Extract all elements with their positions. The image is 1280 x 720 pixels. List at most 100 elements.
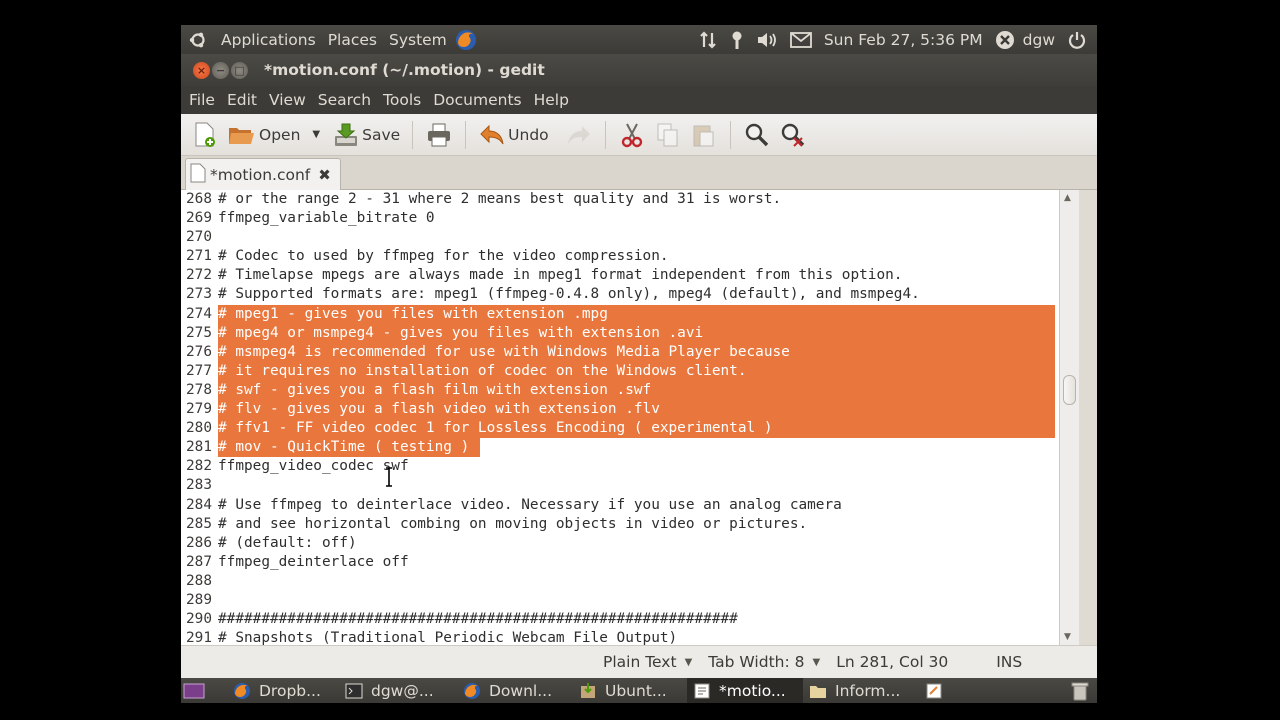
menu-view[interactable]: View (263, 91, 312, 109)
toolbar-separator (729, 120, 731, 149)
close-tab-icon[interactable]: ✖ (318, 166, 331, 184)
search-replace-icon (779, 121, 807, 149)
taskbar-label: dgw@... (371, 681, 434, 700)
editor-line[interactable]: 268 # or the range 2 - 31 where 2 means b… (181, 190, 1059, 209)
cut-button[interactable] (614, 117, 650, 153)
menu-tools[interactable]: Tools (377, 91, 427, 109)
taskbar-item-information[interactable]: Inform... (803, 678, 919, 703)
copy-button[interactable] (650, 117, 686, 153)
save-button[interactable]: Save (328, 117, 404, 153)
editor-line[interactable]: 271 # Codec to used by ffmpeg for the vid… (181, 247, 1059, 266)
menu-file[interactable]: File (183, 91, 221, 109)
firefox-launcher-icon[interactable] (453, 25, 479, 54)
line-number: 287 (186, 553, 212, 570)
vertical-scrollbar[interactable]: ▲ ▼ (1059, 190, 1079, 645)
scissors-icon (618, 121, 646, 149)
taskbar-label: *motio... (719, 681, 786, 700)
text-editor[interactable]: 268 # or the range 2 - 31 where 2 means b… (181, 190, 1059, 645)
print-button[interactable] (421, 117, 457, 153)
menu-documents[interactable]: Documents (427, 91, 527, 109)
open-button[interactable]: Open (223, 117, 304, 153)
editor-line[interactable]: 278 # swf - gives you a flash film with e… (181, 380, 1059, 401)
editor-line[interactable]: 270 (181, 228, 1059, 247)
show-desktop-button[interactable] (181, 678, 211, 703)
language-selector[interactable]: Plain Text ▼ (595, 650, 700, 675)
scroll-down-icon[interactable]: ▼ (1064, 632, 1071, 642)
volume-icon[interactable] (750, 25, 784, 54)
paste-button[interactable] (686, 117, 722, 153)
taskbar-label: Downl... (489, 681, 553, 700)
taskbar-item-terminal[interactable]: dgw@... (339, 678, 457, 703)
maximize-window-icon[interactable]: □ (231, 61, 248, 79)
minimize-window-icon[interactable]: − (212, 61, 229, 79)
editor-line[interactable]: 280 # ffv1 - FF video codec 1 for Lossles… (181, 419, 1059, 439)
taskbar-label: Dropb... (259, 681, 321, 700)
editor-line[interactable]: 291 # Snapshots (Traditional Periodic Web… (181, 629, 1059, 645)
network-icon[interactable] (692, 25, 724, 54)
editor-line[interactable]: 274 # mpeg1 - gives you files with extens… (181, 304, 1059, 324)
window-titlebar[interactable]: × − □ *motion.conf (~/.motion) - gedit (181, 54, 1097, 86)
open-recent-dropdown[interactable]: ▼ (304, 117, 328, 153)
bottom-panel: Dropb... dgw@... Downl... Ubunt... *moti… (181, 678, 1097, 703)
insert-mode: INS (996, 653, 1023, 671)
line-text: # Snapshots (Traditional Periodic Webcam… (218, 630, 678, 645)
top-panel: Applications Places System Sun Feb 27, 5… (181, 25, 1097, 54)
editor-line[interactable]: 284 # Use ffmpeg to deinterlace video. Ne… (181, 496, 1059, 515)
scrollbar-thumb[interactable] (1063, 375, 1076, 405)
editor-line[interactable]: 281 # mov - QuickTime ( testing ) (181, 438, 1059, 458)
user-name[interactable]: dgw (1017, 25, 1061, 54)
close-window-icon[interactable]: × (193, 61, 210, 79)
ubuntu-logo-icon[interactable] (181, 25, 215, 54)
user-status-icon[interactable] (989, 25, 1017, 54)
new-document-icon (191, 121, 219, 149)
new-document-button[interactable] (187, 117, 223, 153)
taskbar-item-ubuntu[interactable]: Ubunt... (573, 678, 687, 703)
find-button[interactable] (739, 117, 775, 153)
terminal-icon (345, 682, 363, 700)
line-text: # or the range 2 - 31 where 2 means best… (218, 191, 782, 207)
trash-button[interactable] (1065, 678, 1097, 703)
taskbar-item-notes[interactable] (919, 678, 957, 703)
undo-button[interactable]: Undo (474, 117, 553, 153)
line-number: 285 (186, 515, 212, 532)
editor-line[interactable]: 288 (181, 572, 1059, 591)
editor-line[interactable]: 277 # it requires no installation of code… (181, 361, 1059, 381)
editor-line[interactable]: 276 # msmpeg4 is recommended for use with… (181, 342, 1059, 362)
tab-motion-conf[interactable]: *motion.conf ✖ (185, 158, 341, 191)
places-menu[interactable]: Places (322, 25, 383, 54)
redo-button[interactable] (561, 117, 597, 153)
power-icon[interactable] (1061, 25, 1097, 54)
editor-line[interactable]: 286 # (default: off) (181, 534, 1059, 553)
scroll-up-icon[interactable]: ▲ (1064, 193, 1071, 203)
editor-line[interactable]: 282 ffmpeg_video_codec swf (181, 457, 1059, 476)
menu-search[interactable]: Search (312, 91, 377, 109)
editor-line[interactable]: 283 (181, 476, 1059, 495)
editor-line[interactable]: 269 ffmpeg_variable_bitrate 0 (181, 209, 1059, 228)
software-update-icon (579, 682, 597, 700)
editor-line[interactable]: 273 # Supported formats are: mpeg1 (ffmpe… (181, 285, 1059, 304)
editor-line[interactable]: 279 # flv - gives you a flash video with … (181, 400, 1059, 420)
line-number: 280 (186, 420, 212, 437)
bluetooth-icon[interactable] (724, 25, 750, 54)
editor-line[interactable]: 287 ffmpeg_deinterlace off (181, 553, 1059, 572)
taskbar-item-gedit[interactable]: *motio... (687, 678, 803, 703)
editor-line[interactable]: 275 # mpeg4 or msmpeg4 - gives you files … (181, 323, 1059, 343)
line-number: 268 (186, 191, 212, 207)
taskbar-item-dropbox[interactable]: Dropb... (227, 678, 339, 703)
editor-line[interactable]: 285 # and see horizontal combing on movin… (181, 515, 1059, 534)
menu-help[interactable]: Help (528, 91, 575, 109)
taskbar-item-downloads[interactable]: Downl... (457, 678, 573, 703)
line-number: 281 (186, 439, 212, 456)
system-menu[interactable]: System (383, 25, 453, 54)
line-number: 274 (186, 305, 212, 322)
editor-line[interactable]: 272 # Timelapse mpegs are always made in … (181, 266, 1059, 285)
find-replace-button[interactable] (775, 117, 811, 153)
editor-line[interactable]: 290 #####################################… (181, 610, 1059, 629)
tab-width-selector[interactable]: Tab Width: 8 ▼ (700, 650, 828, 675)
clock[interactable]: Sun Feb 27, 5:36 PM (818, 25, 989, 54)
line-number: 288 (186, 572, 212, 589)
editor-line[interactable]: 289 (181, 591, 1059, 610)
applications-menu[interactable]: Applications (215, 25, 322, 54)
mail-icon[interactable] (784, 25, 818, 54)
menu-edit[interactable]: Edit (221, 91, 263, 109)
